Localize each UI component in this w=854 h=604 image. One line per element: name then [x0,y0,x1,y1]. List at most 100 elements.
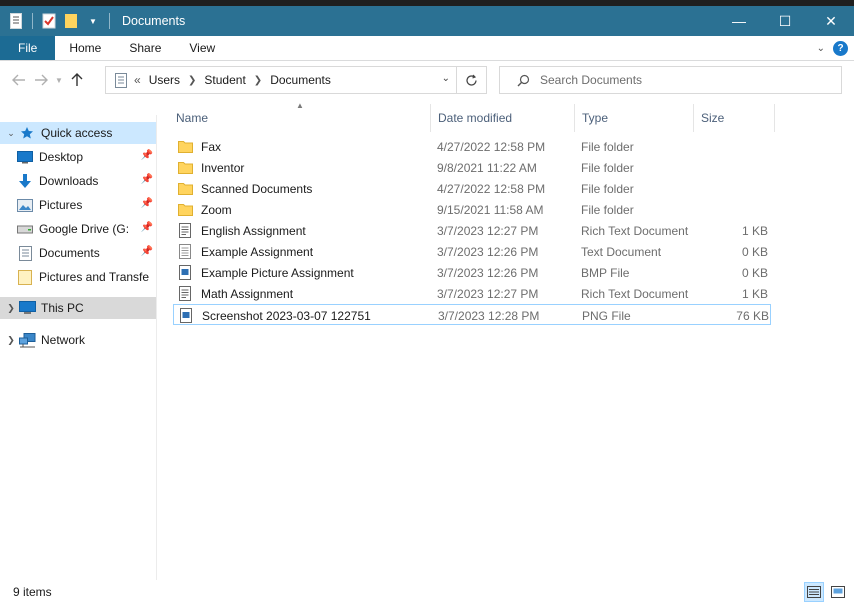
rtf-document-icon [177,286,193,302]
expand-ribbon-icon[interactable]: ⌄ [817,43,825,54]
navigation-pane: ⌄ Quick access Desktop 📌 Downloads 📌 Pic… [0,115,157,580]
close-button[interactable]: ✕ [808,6,854,36]
title-bar[interactable]: ▼ Documents — ☐ ✕ [0,6,854,36]
large-icons-view-button[interactable] [828,582,848,602]
recent-locations-button[interactable]: ▼ [52,68,66,92]
minimize-button[interactable]: — [716,6,762,36]
pictures-icon [16,197,34,213]
column-headers: ▲ Name Date modified Type Size [165,101,785,132]
nav-label: Downloads [39,174,99,188]
nav-label: Pictures and Transfe [39,270,150,284]
refresh-icon [466,74,477,86]
column-header-name[interactable]: Name [169,104,431,132]
file-name: Inventor [201,160,245,175]
breadcrumb-documents[interactable]: Documents [270,73,331,87]
new-folder-icon[interactable] [61,10,81,32]
nav-this-pc[interactable]: ❯ This PC [0,297,156,319]
column-header-type[interactable]: Type [575,104,694,132]
nav-pictures[interactable]: Pictures 📌 [0,194,156,216]
file-name: Example Picture Assignment [201,265,354,280]
search-input[interactable] [540,73,830,87]
column-header-size[interactable]: Size [694,104,775,132]
pin-icon[interactable]: 📌 [141,246,153,257]
file-row[interactable]: Inventor 9/8/2021 11:22 AM File folder [173,157,771,178]
file-row[interactable]: English Assignment 3/7/2023 12:27 PM Rich … [173,220,771,241]
drive-icon [16,221,34,237]
file-size: 1 KB [741,286,768,301]
file-name: Scanned Documents [201,181,313,196]
file-name: Example Assignment [201,244,314,259]
file-name-cell: Screenshot 2023-03-07 122751 [174,305,436,326]
desktop-icon [16,149,34,165]
file-row[interactable]: Fax 4/27/2022 12:58 PM File folder [173,136,771,157]
tab-file[interactable]: File [0,36,56,60]
nav-label: Desktop [39,150,84,164]
breadcrumb-overflow-button[interactable]: « [134,73,141,87]
nav-quick-access[interactable]: ⌄ Quick access [0,122,156,144]
file-row[interactable]: Math Assignment 3/7/2023 12:27 PM Rich Tex… [173,283,771,304]
customize-toolbar-icon[interactable]: ▼ [83,10,103,32]
tab-view[interactable]: View [175,36,229,60]
nav-downloads[interactable]: Downloads 📌 [0,170,156,192]
collapsed-chevron-icon[interactable]: ❯ [4,303,18,314]
column-header-date[interactable]: Date modified [431,104,575,132]
file-date-modified: 3/7/2023 12:27 PM [437,286,539,301]
star-icon [18,125,36,141]
checklist-icon[interactable] [39,10,59,32]
help-icon[interactable]: ? [833,41,848,56]
pin-icon[interactable]: 📌 [141,174,153,185]
breadcrumb-student[interactable]: Student [204,73,245,87]
file-name-cell: Example Assignment [173,241,435,262]
tab-home[interactable]: Home [55,36,115,60]
search-box[interactable] [499,66,842,94]
address-row: ▼ « Users ❯ Student ❯ Documents ⌄ [0,61,854,99]
back-arrow-icon [12,74,25,86]
pin-icon[interactable]: 📌 [141,150,153,161]
refresh-button[interactable] [457,66,487,94]
details-view-button[interactable] [804,582,824,602]
file-row[interactable]: Zoom 9/15/2021 11:58 AM File folder [173,199,771,220]
pin-icon[interactable]: 📌 [141,198,153,209]
quick-access-toolbar: ▼ [0,6,114,36]
file-date-modified: 4/27/2022 12:58 PM [437,181,546,196]
address-history-dropdown[interactable]: ⌄ [442,73,450,84]
file-name: English Assignment [201,223,306,238]
nav-pictures-and-transfers[interactable]: Pictures and Transfe [0,266,156,288]
file-row[interactable]: Screenshot 2023-03-07 122751 3/7/2023 12:… [173,304,771,325]
text-document-icon [177,244,193,260]
collapsed-chevron-icon[interactable]: ❯ [4,335,18,346]
file-date-modified: 3/7/2023 12:26 PM [437,265,539,280]
breadcrumb: « Users ❯ Student ❯ Documents [134,73,331,87]
nav-documents[interactable]: Documents 📌 [0,242,156,264]
file-date-modified: 3/7/2023 12:26 PM [437,244,539,259]
address-bar[interactable]: « Users ❯ Student ❯ Documents ⌄ [105,66,457,94]
file-size: 0 KB [741,244,768,259]
toolbar-separator [109,13,110,29]
back-button[interactable] [8,68,30,92]
forward-button[interactable] [30,68,52,92]
pin-icon[interactable]: 📌 [141,222,153,233]
file-size: 0 KB [741,265,768,280]
properties-icon[interactable] [6,10,26,32]
chevron-right-icon[interactable]: ❯ [254,75,262,86]
up-button[interactable] [66,68,88,92]
rtf-document-icon [177,223,193,239]
breadcrumb-users[interactable]: Users [149,73,180,87]
file-row[interactable]: Example Assignment 3/7/2023 12:26 PM Text … [173,241,771,262]
tab-share[interactable]: Share [115,36,175,60]
chevron-right-icon[interactable]: ❯ [188,75,196,86]
file-size [696,178,768,199]
search-icon [514,71,532,89]
forward-arrow-icon [35,74,48,86]
folder-icon [177,202,193,218]
expanded-chevron-icon[interactable]: ⌄ [4,128,18,139]
folder-icon [177,139,193,155]
file-row[interactable]: Example Picture Assignment 3/7/2023 12:26… [173,262,771,283]
file-row[interactable]: Scanned Documents 4/27/2022 12:58 PM File … [173,178,771,199]
nav-network[interactable]: ❯ Network [0,329,156,351]
file-type: BMP File [581,265,630,280]
nav-desktop[interactable]: Desktop 📌 [0,146,156,168]
nav-google-drive[interactable]: Google Drive (G: 📌 [0,218,156,240]
nav-label: Network [41,333,86,347]
maximize-button[interactable]: ☐ [762,6,808,36]
